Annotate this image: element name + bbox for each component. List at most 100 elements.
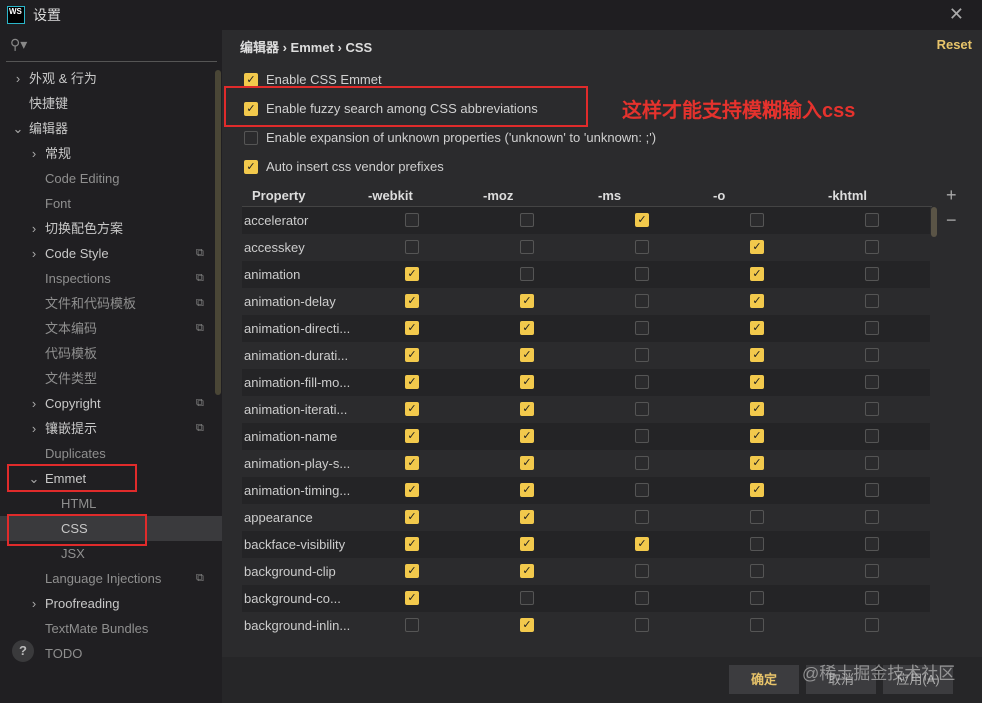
prefix-checkbox-webkit[interactable]: ✓	[405, 267, 419, 281]
sidebar-item[interactable]: › 外观 & 行为	[0, 66, 222, 91]
prefix-checkbox-ms[interactable]	[635, 375, 649, 389]
prefix-checkbox-moz[interactable]: ✓	[520, 537, 534, 551]
prefix-checkbox-ms[interactable]	[635, 618, 649, 632]
remove-property-button[interactable]: −	[946, 210, 957, 231]
prefix-checkbox-o[interactable]: ✓	[750, 240, 764, 254]
sidebar-item[interactable]: › Proofreading	[0, 591, 222, 616]
sidebar-item[interactable]: Font	[0, 191, 222, 216]
chevron-right-icon[interactable]: ›	[12, 66, 24, 91]
prefix-checkbox-khtml[interactable]	[865, 240, 879, 254]
prefix-checkbox-ms[interactable]	[635, 483, 649, 497]
prefix-checkbox-o[interactable]	[750, 591, 764, 605]
prefix-checkbox-webkit[interactable]: ✓	[405, 321, 419, 335]
option-checkbox[interactable]: ✓ Auto insert css vendor prefixes	[244, 159, 444, 174]
prefix-checkbox-khtml[interactable]	[865, 591, 879, 605]
checkbox[interactable]: ✓	[244, 159, 258, 174]
prefix-checkbox-webkit[interactable]: ✓	[405, 375, 419, 389]
chevron-right-icon[interactable]: ›	[28, 141, 40, 166]
prefix-checkbox-khtml[interactable]	[865, 618, 879, 632]
sidebar-item[interactable]: Code Editing	[0, 166, 222, 191]
chevron-right-icon[interactable]: ›	[28, 391, 40, 416]
prefix-checkbox-ms[interactable]	[635, 321, 649, 335]
prefix-checkbox-o[interactable]	[750, 564, 764, 578]
prefix-checkbox-khtml[interactable]	[865, 429, 879, 443]
prefix-checkbox-khtml[interactable]	[865, 294, 879, 308]
table-scrollbar[interactable]	[931, 207, 937, 237]
prefix-checkbox-moz[interactable]: ✓	[520, 510, 534, 524]
prefix-checkbox-ms[interactable]	[635, 591, 649, 605]
prefix-checkbox-webkit[interactable]: ✓	[405, 564, 419, 578]
column-header[interactable]: -ms	[598, 188, 621, 203]
prefix-checkbox-o[interactable]: ✓	[750, 294, 764, 308]
prefix-checkbox-khtml[interactable]	[865, 483, 879, 497]
prefix-checkbox-o[interactable]: ✓	[750, 348, 764, 362]
chevron-right-icon[interactable]: ›	[28, 241, 40, 266]
prefix-checkbox-o[interactable]: ✓	[750, 456, 764, 470]
prefix-checkbox-webkit[interactable]: ✓	[405, 591, 419, 605]
prefix-checkbox-ms[interactable]	[635, 240, 649, 254]
prefix-checkbox-ms[interactable]	[635, 348, 649, 362]
chevron-right-icon[interactable]: ›	[28, 416, 40, 441]
sidebar-item[interactable]: HTML	[0, 491, 222, 516]
prefix-checkbox-moz[interactable]: ✓	[520, 348, 534, 362]
prefix-checkbox-o[interactable]	[750, 537, 764, 551]
prefix-checkbox-webkit[interactable]	[405, 618, 419, 632]
search-input[interactable]: ⚲▾	[6, 36, 217, 62]
prefix-checkbox-khtml[interactable]	[865, 456, 879, 470]
sidebar-item[interactable]: 代码模板	[0, 341, 222, 366]
prefix-checkbox-khtml[interactable]	[865, 510, 879, 524]
prefix-checkbox-webkit[interactable]	[405, 240, 419, 254]
prefix-checkbox-o[interactable]: ✓	[750, 483, 764, 497]
prefix-checkbox-o[interactable]: ✓	[750, 321, 764, 335]
sidebar-item[interactable]: 文本编码 ⧉	[0, 316, 222, 341]
checkbox[interactable]: ✓	[244, 72, 258, 87]
chevron-right-icon[interactable]: ›	[28, 216, 40, 241]
sidebar-item[interactable]: Language Injections ⧉	[0, 566, 222, 591]
prefix-checkbox-webkit[interactable]: ✓	[405, 483, 419, 497]
prefix-checkbox-ms[interactable]	[635, 456, 649, 470]
prefix-checkbox-o[interactable]: ✓	[750, 375, 764, 389]
column-header[interactable]: -o	[713, 188, 725, 203]
sidebar-item[interactable]: TextMate Bundles	[0, 616, 222, 641]
option-checkbox[interactable]: ✓ Enable CSS Emmet	[244, 72, 382, 87]
sidebar-item[interactable]: ⌄ 编辑器	[0, 116, 222, 141]
column-header[interactable]: -webkit	[368, 188, 413, 203]
prefix-checkbox-ms[interactable]	[635, 564, 649, 578]
prefix-checkbox-khtml[interactable]	[865, 213, 879, 227]
prefix-checkbox-o[interactable]: ✓	[750, 267, 764, 281]
prefix-checkbox-webkit[interactable]: ✓	[405, 510, 419, 524]
prefix-checkbox-webkit[interactable]: ✓	[405, 402, 419, 416]
sidebar-item[interactable]: 快捷键	[0, 91, 222, 116]
sidebar-item[interactable]: 文件和代码模板 ⧉	[0, 291, 222, 316]
prefix-checkbox-khtml[interactable]	[865, 564, 879, 578]
prefix-checkbox-moz[interactable]: ✓	[520, 375, 534, 389]
sidebar-item[interactable]: › Copyright ⧉	[0, 391, 222, 416]
prefix-checkbox-webkit[interactable]: ✓	[405, 294, 419, 308]
prefix-checkbox-ms[interactable]: ✓	[635, 537, 649, 551]
column-header[interactable]: -moz	[483, 188, 513, 203]
prefix-checkbox-moz[interactable]: ✓	[520, 402, 534, 416]
prefix-checkbox-moz[interactable]	[520, 591, 534, 605]
prefix-checkbox-ms[interactable]	[635, 510, 649, 524]
prefix-checkbox-o[interactable]	[750, 618, 764, 632]
prefix-checkbox-moz[interactable]	[520, 213, 534, 227]
sidebar-item[interactable]: › 镶嵌提示 ⧉	[0, 416, 222, 441]
close-icon[interactable]: ✕	[949, 4, 964, 25]
prefix-checkbox-o[interactable]: ✓	[750, 402, 764, 416]
sidebar-item[interactable]: Duplicates	[0, 441, 222, 466]
prefix-checkbox-webkit[interactable]: ✓	[405, 456, 419, 470]
prefix-checkbox-o[interactable]	[750, 510, 764, 524]
prefix-checkbox-ms[interactable]	[635, 267, 649, 281]
prefix-checkbox-moz[interactable]: ✓	[520, 483, 534, 497]
prefix-checkbox-moz[interactable]: ✓	[520, 294, 534, 308]
option-checkbox[interactable]: Enable expansion of unknown properties (…	[244, 130, 656, 145]
checkbox[interactable]	[244, 130, 258, 145]
sidebar-item[interactable]: Inspections ⧉	[0, 266, 222, 291]
sidebar-item[interactable]: › 常规	[0, 141, 222, 166]
prefix-checkbox-moz[interactable]: ✓	[520, 429, 534, 443]
prefix-checkbox-khtml[interactable]	[865, 321, 879, 335]
prefix-checkbox-webkit[interactable]: ✓	[405, 537, 419, 551]
prefix-checkbox-moz[interactable]: ✓	[520, 321, 534, 335]
prefix-checkbox-o[interactable]: ✓	[750, 429, 764, 443]
prefix-checkbox-moz[interactable]: ✓	[520, 456, 534, 470]
